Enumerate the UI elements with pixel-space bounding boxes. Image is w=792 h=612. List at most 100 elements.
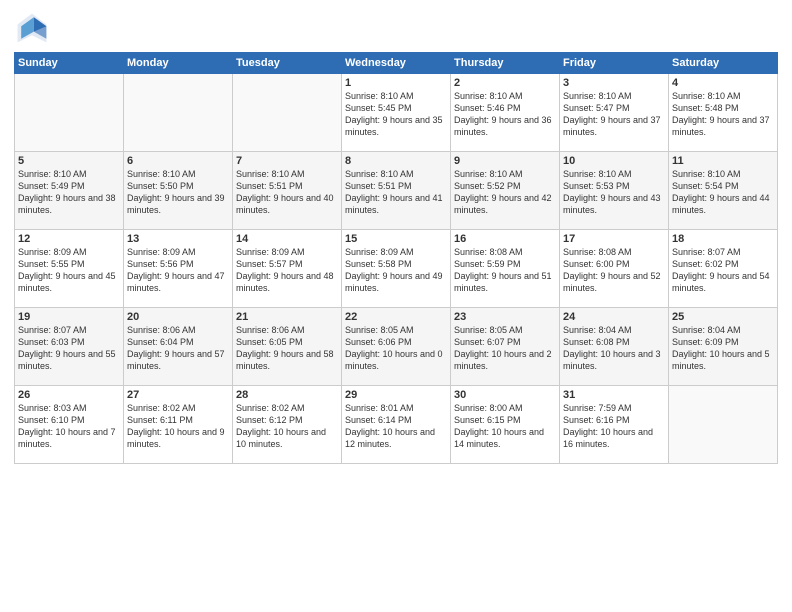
calendar-cell: 28Sunrise: 8:02 AM Sunset: 6:12 PM Dayli… <box>233 386 342 464</box>
logo <box>14 10 54 46</box>
day-number: 23 <box>454 311 556 323</box>
cell-detail-text: Sunrise: 8:09 AM Sunset: 5:57 PM Dayligh… <box>236 246 338 295</box>
calendar-cell: 19Sunrise: 8:07 AM Sunset: 6:03 PM Dayli… <box>15 308 124 386</box>
calendar-week-row: 26Sunrise: 8:03 AM Sunset: 6:10 PM Dayli… <box>15 386 778 464</box>
day-number: 2 <box>454 77 556 89</box>
weekday-header: Saturday <box>669 53 778 74</box>
calendar-cell: 24Sunrise: 8:04 AM Sunset: 6:08 PM Dayli… <box>560 308 669 386</box>
day-number: 12 <box>18 233 120 245</box>
calendar-week-row: 5Sunrise: 8:10 AM Sunset: 5:49 PM Daylig… <box>15 152 778 230</box>
day-number: 24 <box>563 311 665 323</box>
day-number: 25 <box>672 311 774 323</box>
day-number: 14 <box>236 233 338 245</box>
calendar-cell <box>233 74 342 152</box>
calendar-page: SundayMondayTuesdayWednesdayThursdayFrid… <box>0 0 792 612</box>
day-number: 29 <box>345 389 447 401</box>
cell-detail-text: Sunrise: 8:09 AM Sunset: 5:56 PM Dayligh… <box>127 246 229 295</box>
calendar-week-row: 19Sunrise: 8:07 AM Sunset: 6:03 PM Dayli… <box>15 308 778 386</box>
weekday-header: Friday <box>560 53 669 74</box>
header <box>14 10 778 46</box>
calendar-week-row: 12Sunrise: 8:09 AM Sunset: 5:55 PM Dayli… <box>15 230 778 308</box>
cell-detail-text: Sunrise: 8:02 AM Sunset: 6:12 PM Dayligh… <box>236 402 338 451</box>
day-number: 3 <box>563 77 665 89</box>
calendar-cell: 5Sunrise: 8:10 AM Sunset: 5:49 PM Daylig… <box>15 152 124 230</box>
cell-detail-text: Sunrise: 8:05 AM Sunset: 6:06 PM Dayligh… <box>345 324 447 373</box>
calendar-body: 1Sunrise: 8:10 AM Sunset: 5:45 PM Daylig… <box>15 74 778 464</box>
cell-detail-text: Sunrise: 8:09 AM Sunset: 5:55 PM Dayligh… <box>18 246 120 295</box>
cell-detail-text: Sunrise: 8:08 AM Sunset: 6:00 PM Dayligh… <box>563 246 665 295</box>
calendar-cell: 17Sunrise: 8:08 AM Sunset: 6:00 PM Dayli… <box>560 230 669 308</box>
cell-detail-text: Sunrise: 8:04 AM Sunset: 6:08 PM Dayligh… <box>563 324 665 373</box>
day-number: 26 <box>18 389 120 401</box>
calendar-cell: 29Sunrise: 8:01 AM Sunset: 6:14 PM Dayli… <box>342 386 451 464</box>
calendar-cell: 16Sunrise: 8:08 AM Sunset: 5:59 PM Dayli… <box>451 230 560 308</box>
cell-detail-text: Sunrise: 8:10 AM Sunset: 5:50 PM Dayligh… <box>127 168 229 217</box>
cell-detail-text: Sunrise: 8:03 AM Sunset: 6:10 PM Dayligh… <box>18 402 120 451</box>
cell-detail-text: Sunrise: 8:10 AM Sunset: 5:46 PM Dayligh… <box>454 90 556 139</box>
weekday-row: SundayMondayTuesdayWednesdayThursdayFrid… <box>15 53 778 74</box>
cell-detail-text: Sunrise: 8:07 AM Sunset: 6:02 PM Dayligh… <box>672 246 774 295</box>
day-number: 20 <box>127 311 229 323</box>
calendar-cell: 4Sunrise: 8:10 AM Sunset: 5:48 PM Daylig… <box>669 74 778 152</box>
cell-detail-text: Sunrise: 8:08 AM Sunset: 5:59 PM Dayligh… <box>454 246 556 295</box>
cell-detail-text: Sunrise: 8:10 AM Sunset: 5:45 PM Dayligh… <box>345 90 447 139</box>
day-number: 21 <box>236 311 338 323</box>
cell-detail-text: Sunrise: 8:06 AM Sunset: 6:05 PM Dayligh… <box>236 324 338 373</box>
calendar-cell: 30Sunrise: 8:00 AM Sunset: 6:15 PM Dayli… <box>451 386 560 464</box>
cell-detail-text: Sunrise: 8:10 AM Sunset: 5:51 PM Dayligh… <box>345 168 447 217</box>
day-number: 7 <box>236 155 338 167</box>
calendar-cell: 13Sunrise: 8:09 AM Sunset: 5:56 PM Dayli… <box>124 230 233 308</box>
day-number: 8 <box>345 155 447 167</box>
cell-detail-text: Sunrise: 8:10 AM Sunset: 5:51 PM Dayligh… <box>236 168 338 217</box>
calendar-cell <box>15 74 124 152</box>
cell-detail-text: Sunrise: 8:06 AM Sunset: 6:04 PM Dayligh… <box>127 324 229 373</box>
logo-icon <box>14 10 50 46</box>
weekday-header: Sunday <box>15 53 124 74</box>
cell-detail-text: Sunrise: 8:00 AM Sunset: 6:15 PM Dayligh… <box>454 402 556 451</box>
day-number: 19 <box>18 311 120 323</box>
cell-detail-text: Sunrise: 8:10 AM Sunset: 5:47 PM Dayligh… <box>563 90 665 139</box>
cell-detail-text: Sunrise: 8:07 AM Sunset: 6:03 PM Dayligh… <box>18 324 120 373</box>
cell-detail-text: Sunrise: 8:09 AM Sunset: 5:58 PM Dayligh… <box>345 246 447 295</box>
day-number: 31 <box>563 389 665 401</box>
weekday-header: Thursday <box>451 53 560 74</box>
day-number: 22 <box>345 311 447 323</box>
calendar-cell: 15Sunrise: 8:09 AM Sunset: 5:58 PM Dayli… <box>342 230 451 308</box>
day-number: 11 <box>672 155 774 167</box>
calendar-cell: 20Sunrise: 8:06 AM Sunset: 6:04 PM Dayli… <box>124 308 233 386</box>
calendar-cell: 1Sunrise: 8:10 AM Sunset: 5:45 PM Daylig… <box>342 74 451 152</box>
calendar-cell: 8Sunrise: 8:10 AM Sunset: 5:51 PM Daylig… <box>342 152 451 230</box>
cell-detail-text: Sunrise: 8:02 AM Sunset: 6:11 PM Dayligh… <box>127 402 229 451</box>
cell-detail-text: Sunrise: 8:05 AM Sunset: 6:07 PM Dayligh… <box>454 324 556 373</box>
calendar-cell: 23Sunrise: 8:05 AM Sunset: 6:07 PM Dayli… <box>451 308 560 386</box>
day-number: 5 <box>18 155 120 167</box>
calendar-cell: 25Sunrise: 8:04 AM Sunset: 6:09 PM Dayli… <box>669 308 778 386</box>
calendar-cell: 10Sunrise: 8:10 AM Sunset: 5:53 PM Dayli… <box>560 152 669 230</box>
cell-detail-text: Sunrise: 7:59 AM Sunset: 6:16 PM Dayligh… <box>563 402 665 451</box>
calendar-header: SundayMondayTuesdayWednesdayThursdayFrid… <box>15 53 778 74</box>
cell-detail-text: Sunrise: 8:10 AM Sunset: 5:53 PM Dayligh… <box>563 168 665 217</box>
day-number: 1 <box>345 77 447 89</box>
cell-detail-text: Sunrise: 8:10 AM Sunset: 5:52 PM Dayligh… <box>454 168 556 217</box>
calendar-cell: 18Sunrise: 8:07 AM Sunset: 6:02 PM Dayli… <box>669 230 778 308</box>
day-number: 18 <box>672 233 774 245</box>
calendar-cell: 6Sunrise: 8:10 AM Sunset: 5:50 PM Daylig… <box>124 152 233 230</box>
calendar-cell: 7Sunrise: 8:10 AM Sunset: 5:51 PM Daylig… <box>233 152 342 230</box>
calendar-cell: 12Sunrise: 8:09 AM Sunset: 5:55 PM Dayli… <box>15 230 124 308</box>
weekday-header: Wednesday <box>342 53 451 74</box>
day-number: 10 <box>563 155 665 167</box>
calendar-cell: 14Sunrise: 8:09 AM Sunset: 5:57 PM Dayli… <box>233 230 342 308</box>
day-number: 28 <box>236 389 338 401</box>
calendar-cell: 3Sunrise: 8:10 AM Sunset: 5:47 PM Daylig… <box>560 74 669 152</box>
cell-detail-text: Sunrise: 8:10 AM Sunset: 5:48 PM Dayligh… <box>672 90 774 139</box>
calendar-cell <box>124 74 233 152</box>
calendar-table: SundayMondayTuesdayWednesdayThursdayFrid… <box>14 52 778 464</box>
cell-detail-text: Sunrise: 8:10 AM Sunset: 5:49 PM Dayligh… <box>18 168 120 217</box>
cell-detail-text: Sunrise: 8:10 AM Sunset: 5:54 PM Dayligh… <box>672 168 774 217</box>
day-number: 9 <box>454 155 556 167</box>
calendar-cell: 2Sunrise: 8:10 AM Sunset: 5:46 PM Daylig… <box>451 74 560 152</box>
weekday-header: Monday <box>124 53 233 74</box>
day-number: 15 <box>345 233 447 245</box>
day-number: 4 <box>672 77 774 89</box>
calendar-cell: 31Sunrise: 7:59 AM Sunset: 6:16 PM Dayli… <box>560 386 669 464</box>
